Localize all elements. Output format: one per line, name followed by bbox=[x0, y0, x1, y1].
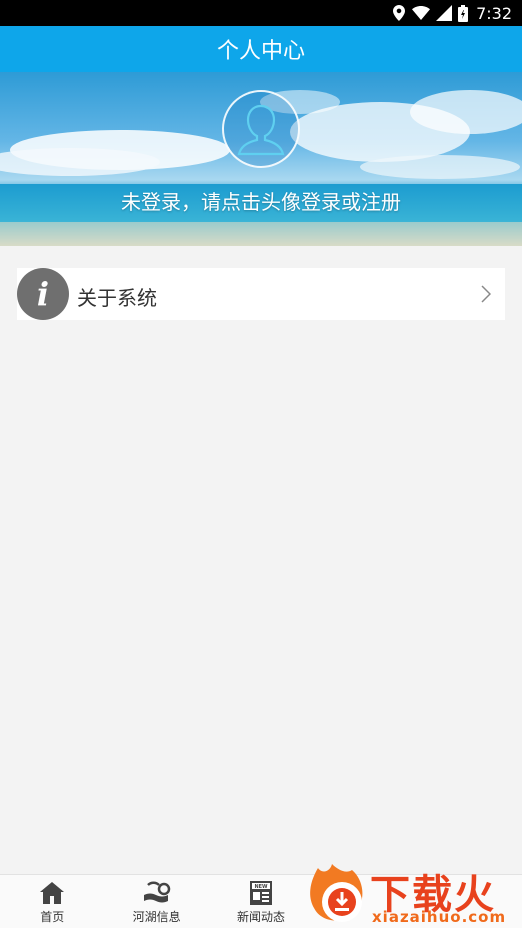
avatar-button[interactable] bbox=[222, 90, 300, 168]
login-prompt[interactable]: 未登录，请点击头像登录或注册 bbox=[0, 186, 522, 215]
status-time: 7:32 bbox=[476, 3, 512, 23]
page-title: 个人中心 bbox=[216, 39, 305, 64]
nav-label-news: 新闻动态 bbox=[236, 910, 285, 924]
news-icon: NEW bbox=[249, 880, 272, 906]
river-icon bbox=[142, 880, 172, 906]
about-system-item[interactable]: i 关于系统 bbox=[17, 268, 505, 320]
nav-item-news[interactable]: NEW 新闻动态 bbox=[209, 875, 313, 928]
user-icon bbox=[237, 104, 285, 156]
svg-text:NEW: NEW bbox=[254, 884, 268, 890]
about-system-label: 关于系统 bbox=[77, 286, 157, 310]
nav-label-river-info: 河湖信息 bbox=[132, 910, 181, 924]
signal-icon bbox=[436, 5, 453, 21]
flame-download-icon bbox=[310, 864, 363, 922]
home-icon bbox=[40, 880, 65, 906]
nav-item-home[interactable]: 首页 bbox=[0, 875, 104, 928]
profile-banner: 未登录，请点击头像登录或注册 bbox=[0, 72, 522, 246]
info-icon: i bbox=[17, 268, 69, 320]
wifi-icon bbox=[412, 6, 431, 20]
watermark-logo: 下载火 xiazaihuo.com bbox=[308, 860, 522, 928]
page-header: 个人中心 bbox=[0, 26, 522, 72]
chevron-right-icon bbox=[481, 285, 492, 307]
nav-label-home: 首页 bbox=[40, 910, 65, 924]
nav-item-river-info[interactable]: 河湖信息 bbox=[104, 875, 208, 928]
location-icon bbox=[392, 5, 406, 21]
battery-icon bbox=[458, 4, 469, 22]
watermark-url: xiazaihuo.com bbox=[372, 908, 507, 926]
status-bar: 7:32 bbox=[0, 0, 522, 26]
